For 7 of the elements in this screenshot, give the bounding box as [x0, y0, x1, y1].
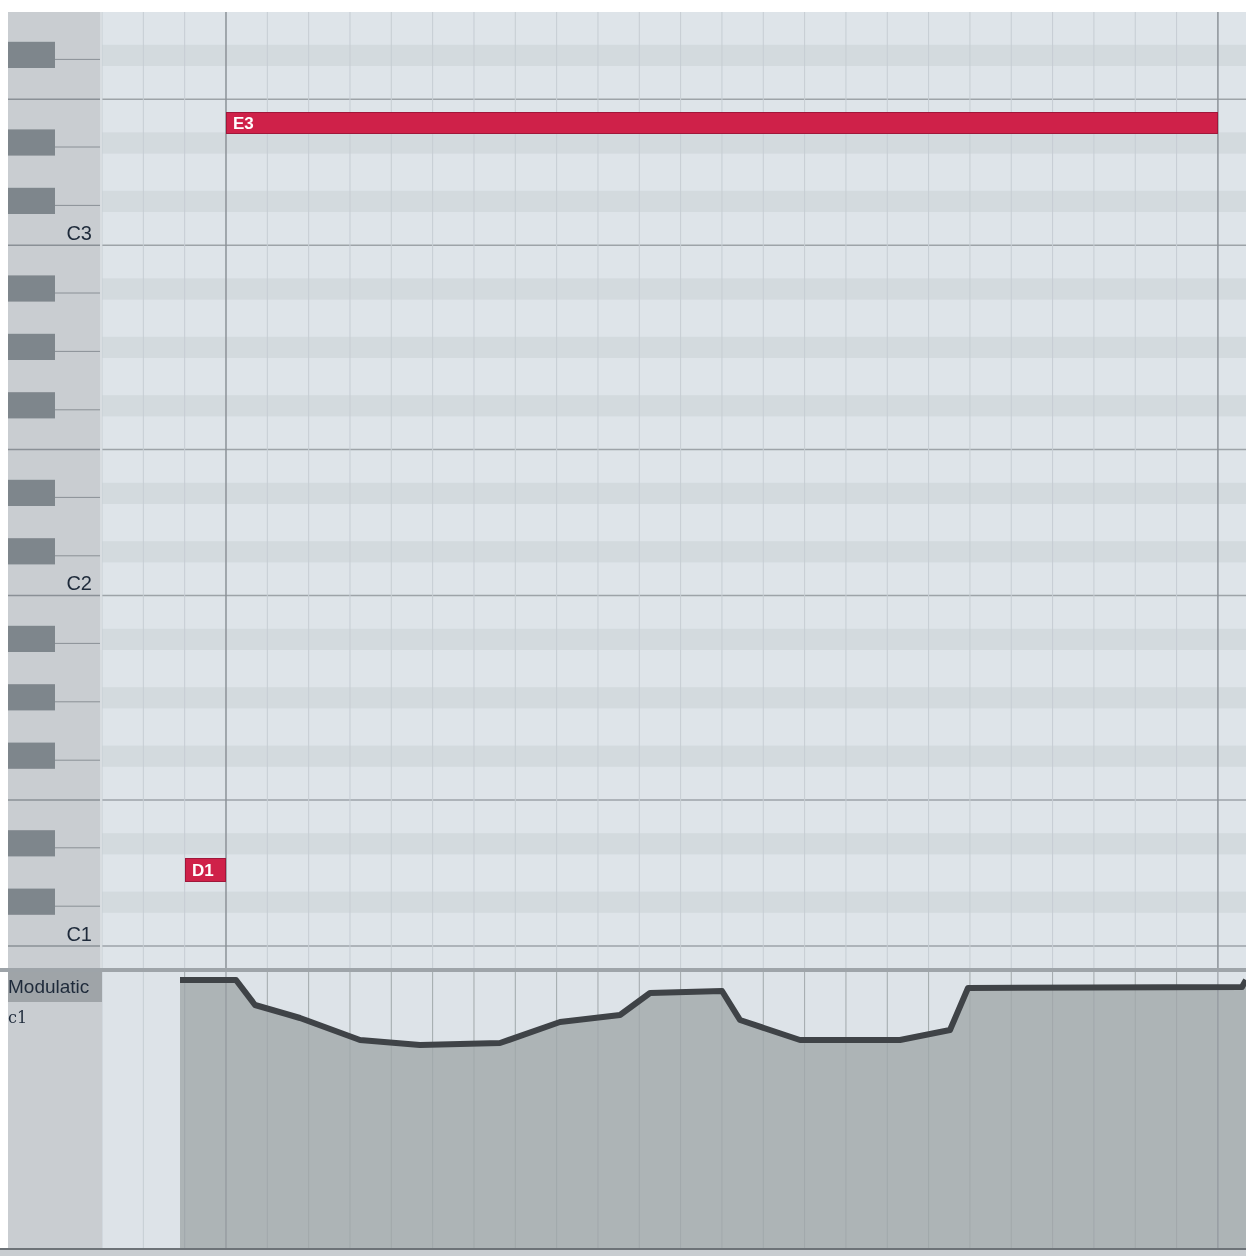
midi-note[interactable]: E3	[226, 112, 1218, 134]
midi-note[interactable]: D1	[185, 858, 226, 882]
lane-channel: c1	[8, 1007, 29, 1029]
octave-label: C1	[66, 923, 92, 944]
lane-name: Modulatic	[8, 972, 102, 1002]
octave-label: C3	[66, 223, 92, 243]
octave-label: C2	[66, 573, 92, 594]
